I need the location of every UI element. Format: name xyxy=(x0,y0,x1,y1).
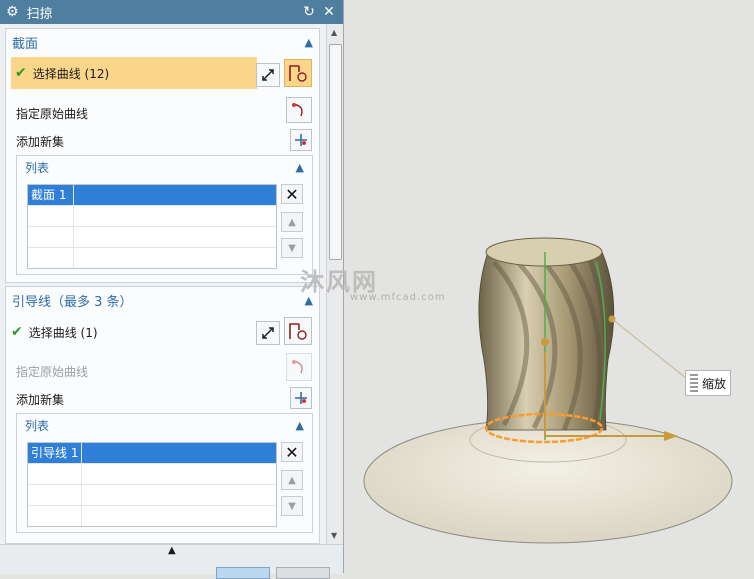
table-row[interactable] xyxy=(28,464,276,485)
origin-curve-icon xyxy=(292,103,303,117)
curve-rule-button[interactable] xyxy=(284,59,312,87)
table-row[interactable] xyxy=(28,485,276,506)
table-row[interactable]: 引导线 1 xyxy=(28,443,276,464)
specify-origin-label: 指定原始曲线 xyxy=(16,365,89,379)
arrow-down-icon: ▼ xyxy=(288,500,296,512)
collapse-icon[interactable]: ▲ xyxy=(296,161,304,174)
specify-origin-button[interactable] xyxy=(286,97,312,123)
scroll-down-icon[interactable]: ▼ xyxy=(331,531,337,540)
table-cell xyxy=(28,227,74,247)
list-header[interactable]: 列表 ▲ xyxy=(17,414,312,436)
list-header-label: 列表 xyxy=(25,418,50,433)
move-down-button[interactable]: ▼ xyxy=(281,496,303,516)
move-up-button[interactable]: ▲ xyxy=(281,470,303,490)
dialog-title: 扫掠 xyxy=(26,6,53,22)
select-curve-label: 选择曲线 (1) xyxy=(28,325,98,340)
curve-select-icon xyxy=(289,65,307,82)
gear-icon[interactable]: ⚙ xyxy=(6,4,19,20)
zoom-tooltip: 缩放 xyxy=(685,370,731,396)
table-row[interactable] xyxy=(28,206,276,227)
remove-button[interactable]: ✕ xyxy=(281,442,303,462)
remove-button[interactable]: ✕ xyxy=(281,184,303,204)
table-cell xyxy=(28,485,82,505)
table-cell: 截面 1 xyxy=(28,185,74,205)
cancel-button[interactable] xyxy=(276,567,330,579)
watermark-url: www.mfcad.com xyxy=(350,292,446,303)
arrow-up-icon: ▲ xyxy=(288,474,296,486)
arrow-down-icon: ▼ xyxy=(288,242,296,254)
table-cell xyxy=(28,206,74,226)
add-new-set-label: 添加新集 xyxy=(16,393,65,407)
select-curve-row[interactable]: ✔ 选择曲线 (12) xyxy=(11,57,257,89)
top-cap xyxy=(485,237,603,267)
close-icon[interactable]: ✕ xyxy=(321,4,337,20)
add-set-icon xyxy=(295,134,307,146)
section-header-label: 截面 xyxy=(12,36,39,52)
grip-icon xyxy=(690,374,698,392)
add-new-set-button[interactable] xyxy=(290,387,312,409)
model-view[interactable] xyxy=(344,0,754,573)
dialog-body: 截面 ▲ ✔ 选择曲线 (12) 指定原始曲线 添加新集 列表 ▲ 截面 1 ✕… xyxy=(0,24,324,544)
list-header-label: 列表 xyxy=(25,160,50,175)
expand-icon[interactable]: ▲ xyxy=(168,545,176,556)
add-set-icon xyxy=(295,392,307,404)
list-header[interactable]: 列表 ▲ xyxy=(17,156,312,178)
handle-point[interactable] xyxy=(541,338,549,346)
select-curve-label: 选择曲线 (12) xyxy=(32,66,110,81)
arrow-up-icon: ▲ xyxy=(288,216,296,228)
graphics-viewport[interactable] xyxy=(344,0,754,573)
delete-icon: ✕ xyxy=(285,184,299,204)
guide-header[interactable]: 引导线（最多 3 条） ▲ xyxy=(6,287,319,313)
guide-group: 引导线（最多 3 条） ▲ ✔ 选择曲线 (1) 指定原始曲线 添加新集 列表 … xyxy=(5,286,320,544)
table-cell: 引导线 1 xyxy=(28,443,82,463)
collapse-icon[interactable]: ▲ xyxy=(305,36,313,49)
specify-origin-label: 指定原始曲线 xyxy=(16,107,89,121)
curve-select-icon xyxy=(289,323,307,340)
collapse-icon[interactable]: ▲ xyxy=(296,419,304,432)
list-group: 列表 ▲ 截面 1 ✕ ▲ ▼ xyxy=(16,155,313,275)
list-group: 列表 ▲ 引导线 1 ✕ ▲ ▼ xyxy=(16,413,313,533)
table-row[interactable] xyxy=(28,506,276,526)
section-table: 截面 1 xyxy=(27,184,277,269)
scroll-up-icon[interactable]: ▲ xyxy=(331,28,337,37)
origin-curve-icon xyxy=(292,360,303,374)
reverse-direction-button[interactable] xyxy=(256,321,280,345)
tooltip-leader xyxy=(611,318,687,379)
table-cell xyxy=(28,506,82,526)
scroll-thumb[interactable] xyxy=(329,44,342,260)
move-down-button[interactable]: ▼ xyxy=(281,238,303,258)
section-header[interactable]: 截面 ▲ xyxy=(6,29,319,55)
guide-table: 引导线 1 xyxy=(27,442,277,527)
tooltip-label: 缩放 xyxy=(702,376,727,391)
swap-icon xyxy=(262,69,274,81)
section-group: 截面 ▲ ✔ 选择曲线 (12) 指定原始曲线 添加新集 列表 ▲ 截面 1 ✕… xyxy=(5,28,320,283)
check-icon: ✔ xyxy=(15,65,27,81)
table-row[interactable]: 截面 1 xyxy=(28,185,276,206)
base-disc xyxy=(363,418,733,544)
table-cell xyxy=(28,248,74,268)
swap-icon xyxy=(262,327,274,339)
specify-origin-button[interactable] xyxy=(286,353,312,381)
reverse-direction-button[interactable] xyxy=(256,63,280,87)
dialog-titlebar: ⚙ 扫掠 ↻ ✕ xyxy=(0,0,343,24)
reset-icon[interactable]: ↻ xyxy=(301,4,317,20)
guide-select-curve-row[interactable]: ✔ 选择曲线 (1) xyxy=(11,319,98,345)
table-row[interactable] xyxy=(28,248,276,268)
move-up-button[interactable]: ▲ xyxy=(281,212,303,232)
delete-icon: ✕ xyxy=(285,442,299,462)
curve-rule-button[interactable] xyxy=(284,317,312,345)
add-new-set-button[interactable] xyxy=(290,129,312,151)
dialog-footer: ▲ xyxy=(0,544,343,579)
check-icon: ✔ xyxy=(11,324,23,340)
table-cell xyxy=(28,464,82,484)
sweep-dialog: ⚙ 扫掠 ↻ ✕ 截面 ▲ ✔ 选择曲线 (12) 指定原始曲线 添加新集 列表… xyxy=(0,0,344,579)
guide-header-label: 引导线（最多 3 条） xyxy=(12,294,133,310)
ok-button[interactable] xyxy=(216,567,270,579)
table-row[interactable] xyxy=(28,227,276,248)
add-new-set-label: 添加新集 xyxy=(16,135,65,149)
